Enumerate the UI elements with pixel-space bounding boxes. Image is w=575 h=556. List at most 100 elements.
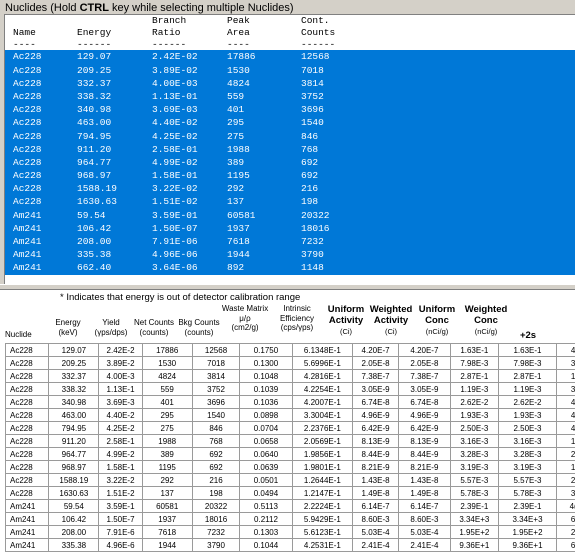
header-branch: Branch	[152, 15, 187, 26]
table-cell: 3.89E-2	[98, 356, 143, 370]
table-cell: 3.16E-3	[449, 434, 499, 448]
table-cell: Ac228	[4, 369, 50, 383]
table-cell: 5.03E-4	[397, 525, 451, 539]
list-cell: Am241	[13, 209, 42, 221]
table-cell: 6.74E-8	[397, 395, 451, 409]
column-header-label: Nuclide	[5, 330, 32, 339]
table-cell: 5.57E-3	[449, 473, 499, 487]
column-header[interactable]: Nuclide	[5, 330, 45, 340]
nuclide-list-row[interactable]: Ac228 129.07 2.42E-02 17886 12568	[5, 50, 575, 64]
table-cell: 106.42	[48, 512, 100, 526]
column-header[interactable]: +2s	[513, 330, 543, 341]
nuclide-list-row[interactable]: Am241 662.40 3.64E-06 892 1148	[5, 261, 575, 275]
table-cell: 8.21E-9	[352, 460, 399, 474]
nuclide-list-row[interactable]: Ac228 964.77 4.99E-02 389 692	[5, 155, 575, 170]
column-header[interactable]: Yield (γps/dps)	[91, 318, 131, 337]
table-row[interactable]: Am241 335.38 4.96E-6 1944 3790 0.1044 4.2531E-…	[4, 538, 575, 552]
nuclide-list-row[interactable]: Ac228 463.00 4.40E-02 295 1540	[5, 116, 575, 130]
list-cell: 4.40E-02	[152, 117, 198, 129]
table-row[interactable]: Ac228 968.97 1.58E-1 1195 692 0.0639 1.9801E-1…	[4, 460, 575, 474]
nuclide-list-row[interactable]: Ac228 968.97 1.58E-01 1195 692	[5, 169, 575, 183]
table-cell: 2.39E-1	[497, 499, 558, 513]
table-cell: Ac228	[4, 343, 50, 357]
list-cell: 335.38	[77, 249, 112, 261]
list-cell: 1530	[227, 64, 250, 76]
nuclide-list-row[interactable]: Am241 208.00 7.91E-06 7618 7232	[5, 235, 575, 249]
column-header[interactable]: Uniform Conc (nCi/g)	[415, 304, 459, 337]
table-cell: 5.6123E-1	[291, 525, 354, 539]
column-header[interactable]: Energy (keV)	[45, 318, 91, 337]
list-header-line2: Name Energy Ratio Area Counts	[5, 27, 575, 39]
nuclide-list-row[interactable]: Ac228 1588.19 3.22E-02 292 216	[5, 182, 575, 196]
column-header[interactable]: Weighted Activity (Ci)	[367, 304, 415, 337]
table-cell: Ac228	[4, 356, 50, 370]
table-row[interactable]: Ac228 463.00 4.40E-2 295 1540 0.0898 3.3004E-1…	[4, 408, 575, 422]
nuclide-listbox[interactable]: Branch Peak Cont. Name Energy Ratio Area…	[4, 14, 575, 285]
nuclide-list-row[interactable]: Ac228 209.25 3.89E-02 1530 7018	[5, 63, 575, 77]
table-row[interactable]: Ac228 911.20 2.58E-1 1988 768 0.0658 2.0569E-1…	[4, 434, 575, 448]
list-cell: 106.42	[77, 222, 112, 234]
table-cell: 9.36E+1	[497, 538, 558, 552]
table-row[interactable]: Ac228 209.25 3.89E-2 1530 7018 0.1300 5.6996E-…	[4, 356, 575, 370]
nuclide-list-row[interactable]: Am241 106.42 1.50E-07 1937 18016	[5, 221, 575, 236]
table-cell: 4	[556, 408, 575, 422]
table-cell: 2.58E-1	[98, 434, 143, 448]
separator-col3: ------	[152, 38, 187, 50]
nuclide-list-row[interactable]: Ac228 794.95 4.25E-02 275 846	[5, 129, 575, 143]
table-cell: 1.9801E-1	[291, 460, 354, 474]
table-cell: 8.13E-9	[397, 434, 451, 448]
list-cell: 198	[301, 196, 319, 208]
table-row[interactable]: Am241 59.54 3.59E-1 60581 20322 0.5113 2.2224E…	[4, 499, 575, 513]
table-cell: 5.78E-3	[497, 486, 558, 500]
list-cell: 3.59E-01	[152, 209, 198, 221]
table-cell: 7232	[191, 525, 241, 539]
column-header[interactable]: Weighted Conc (nCi/g)	[459, 304, 513, 337]
table-row[interactable]: Ac228 794.95 4.25E-2 275 846 0.0704 2.2376E-1 6…	[4, 421, 575, 435]
table-cell: 4.2254E-1	[291, 382, 354, 396]
table-cell: 794.95	[48, 421, 100, 435]
table-row[interactable]: Ac228 1588.19 3.22E-2 292 216 0.0501 1.2644E-1…	[4, 473, 575, 487]
column-header[interactable]: Waste Matrix μ/ρ (cm2/g)	[221, 304, 269, 333]
column-header[interactable]: Uniform Activity (Ci)	[325, 304, 367, 337]
nuclide-list-row[interactable]: Ac228 332.37 4.00E-03 4824 3814	[5, 76, 575, 90]
column-header[interactable]: Bkg Counts (counts)	[177, 318, 221, 337]
table-cell: 340.98	[48, 395, 100, 409]
nuclide-list-row[interactable]: Ac228 338.32 1.13E-01 559 3752	[5, 89, 575, 104]
table-row[interactable]: Ac228 1630.63 1.51E-2 137 198 0.0494 1.2147E-1…	[4, 486, 575, 500]
table-cell: 0.1039	[239, 382, 293, 396]
list-cell: 3790	[301, 249, 324, 261]
table-row[interactable]: Ac228 338.32 1.13E-1 559 3752 0.1039 4.2254E-1…	[4, 382, 575, 396]
table-row[interactable]: Ac228 129.07 2.42E-2 17886 12568 0.1750 6.1348…	[4, 343, 575, 357]
table-row[interactable]: Ac228 332.37 4.00E-3 4824 3814 0.1048 4.2816E-…	[4, 369, 575, 383]
table-row[interactable]: Am241 106.42 1.50E-7 1937 18016 0.2112 5.9429E…	[4, 512, 575, 526]
table-row[interactable]: Ac228 340.98 3.69E-3 401 3696 0.1036 4.2007E-1…	[4, 395, 575, 409]
table-cell: 1630.63	[48, 486, 100, 500]
table-cell: 216	[191, 473, 241, 487]
list-cell: 295	[227, 117, 245, 129]
table-row[interactable]: Am241 208.00 7.91E-6 7618 7232 0.1303 5.6123E-…	[4, 525, 575, 539]
table-cell: 7018	[191, 356, 241, 370]
column-header[interactable]: Net Counts (counts)	[131, 318, 177, 337]
list-cell: 1588.19	[77, 183, 117, 195]
table-cell: 3.59E-1	[98, 499, 143, 513]
table-cell: 6.1348E-1	[291, 343, 354, 357]
list-cell: 3814	[301, 77, 324, 89]
table-cell: 8.44E-9	[397, 447, 451, 461]
nuclide-list-row[interactable]: Am241 335.38 4.96E-06 1944 3790	[5, 248, 575, 262]
nuclide-list-row[interactable]: Am241 59.54 3.59E-01 60581 20322	[5, 208, 575, 222]
nuclide-list-row[interactable]: Ac228 911.20 2.58E-01 1988 768	[5, 142, 575, 156]
column-header-label: Weighted	[369, 304, 413, 315]
table-cell: 4.96E-9	[397, 408, 451, 422]
table-row[interactable]: Ac228 964.77 4.99E-2 389 692 0.0640 1.9856E-1 8…	[4, 447, 575, 461]
list-cell: 12568	[301, 51, 330, 63]
column-header-unit: (counts)	[184, 327, 214, 337]
column-header-unit: μ/ρ	[239, 313, 251, 323]
list-cell: 1148	[301, 262, 324, 274]
nuclide-list-row[interactable]: Ac228 1630.63 1.51E-02 137 198	[5, 195, 575, 209]
table-cell: 6.14E-7	[352, 499, 399, 513]
table-cell: 18016	[191, 512, 241, 526]
table-cell: 846	[191, 421, 241, 435]
table-cell: 1.49E-8	[397, 486, 451, 500]
column-header[interactable]: Intrinsic Efficiency (cps/γps)	[269, 304, 325, 333]
nuclide-list-row[interactable]: Ac228 340.98 3.69E-03 401 3696	[5, 103, 575, 117]
